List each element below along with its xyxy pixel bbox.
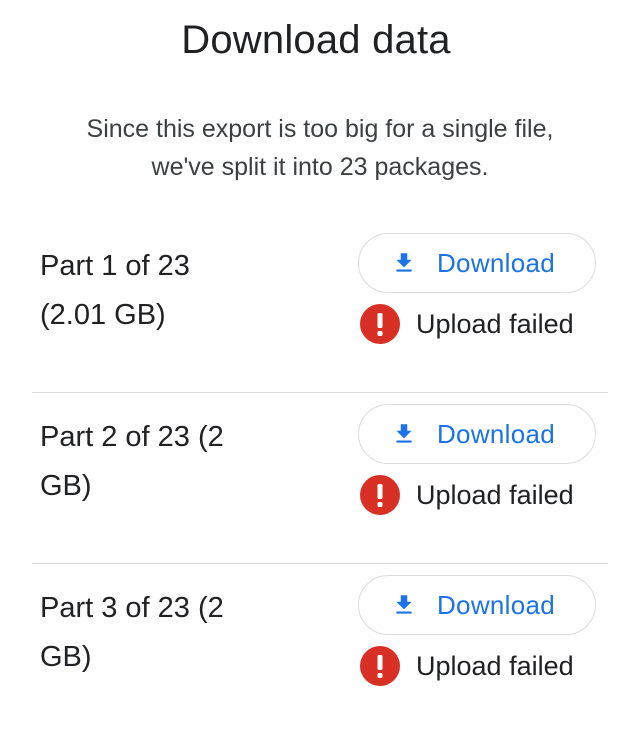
download-button-label: Download [436, 589, 556, 620]
package-row-1: Part 1 of 23 (2.01 GB) Download Upload f… [32, 222, 608, 393]
description-line-1: Since this export is too big for a singl… [86, 115, 554, 143]
package-label-line-2: GB) [40, 641, 92, 673]
package-label-line-2: GB) [40, 470, 92, 502]
package-label-line-1: Part 3 of 23 (2 [40, 592, 224, 624]
package-row-2: Part 2 of 23 (2 GB) Download Upload fail… [32, 393, 608, 564]
package-label: Part 1 of 23 (2.01 GB) [40, 242, 280, 340]
dialog-description: Since this export is too big for a singl… [30, 110, 610, 186]
upload-status-text: Upload failed [416, 308, 574, 339]
package-list: Part 1 of 23 (2.01 GB) Download Upload f… [32, 222, 608, 734]
dialog-title: Download data [181, 18, 451, 62]
package-label-line-1: Part 1 of 23 [40, 250, 190, 282]
download-button-label: Download [436, 247, 556, 278]
package-label: Part 2 of 23 (2 GB) [40, 413, 280, 511]
error-icon [360, 475, 400, 515]
upload-status: Upload failed [360, 646, 574, 686]
description-line-2: we've split it into 23 packages. [151, 153, 489, 181]
package-label-line-1: Part 2 of 23 (2 [40, 421, 224, 453]
download-button[interactable]: Download [358, 575, 596, 635]
package-row-3: Part 3 of 23 (2 GB) Download Upload fail… [32, 564, 608, 734]
download-button[interactable]: Download [358, 233, 596, 293]
error-icon [360, 646, 400, 686]
download-button[interactable]: Download [358, 404, 596, 464]
download-icon [391, 250, 417, 276]
error-icon [360, 304, 400, 344]
package-label-line-2: (2.01 GB) [40, 299, 166, 331]
download-icon [391, 592, 417, 618]
download-icon [391, 421, 417, 447]
upload-status-text: Upload failed [416, 479, 574, 510]
upload-status: Upload failed [360, 304, 574, 344]
download-button-label: Download [436, 418, 556, 449]
upload-status-text: Upload failed [416, 650, 574, 681]
package-label: Part 3 of 23 (2 GB) [40, 584, 280, 682]
upload-status: Upload failed [360, 475, 574, 515]
